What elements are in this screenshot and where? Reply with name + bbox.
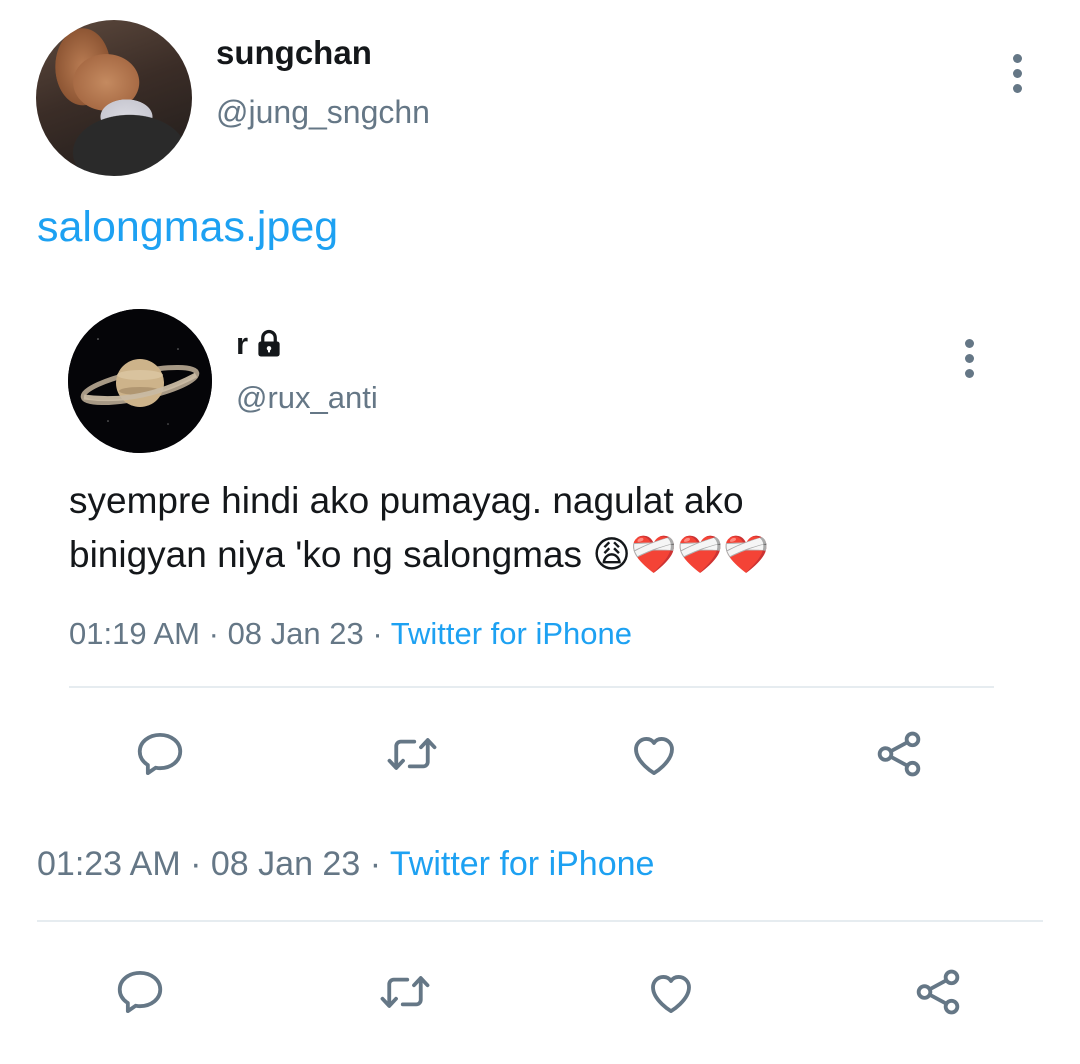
quoted-more-options-icon[interactable] [963, 339, 975, 378]
speech-bubble-icon [117, 970, 163, 1014]
tweet-meta: 01:23 AM · 08 Jan 23 · Twitter for iPhon… [37, 845, 654, 884]
retweet-icon [380, 976, 430, 1008]
reply-button[interactable] [110, 962, 170, 1022]
quoted-retweet-button[interactable] [382, 724, 442, 784]
speech-bubble-icon [137, 732, 183, 776]
retweet-button[interactable] [375, 962, 435, 1022]
quoted-author-avatar[interactable] [68, 309, 212, 453]
quoted-divider [69, 686, 994, 688]
tweet-date: 08 Jan 23 [210, 845, 361, 883]
saturn-icon [68, 309, 212, 453]
meta-separator: · [208, 616, 219, 651]
heart-icon [634, 737, 674, 776]
share-icon [916, 969, 960, 1015]
quoted-tweet-text: syempre hindi ako pumayag. nagulat ako b… [69, 474, 929, 582]
author-name[interactable]: sungchan [216, 34, 372, 72]
quoted-author-name[interactable]: r [236, 326, 248, 362]
quoted-author-handle[interactable]: @rux_anti [236, 380, 378, 416]
author-handle[interactable]: @jung_sngchn [216, 94, 430, 131]
quoted-reply-button[interactable] [130, 724, 190, 784]
lock-icon [258, 329, 280, 357]
meta-separator: · [369, 845, 382, 883]
meta-separator: · [372, 616, 383, 651]
share-icon [877, 731, 921, 777]
emoji-sequence: 😩❤️‍🩹❤️‍🩹❤️‍🩹 [592, 534, 770, 575]
share-button[interactable] [908, 962, 968, 1022]
quoted-text-line-2: binigyan niya 'ko ng salongmas [69, 534, 583, 575]
quoted-share-button[interactable] [869, 724, 929, 784]
quoted-time: 01:19 AM [69, 616, 200, 651]
quoted-text-line-1: syempre hindi ako pumayag. nagulat ako [69, 480, 744, 521]
more-options-icon[interactable] [1011, 54, 1023, 93]
retweet-icon [387, 738, 437, 770]
attachment-link[interactable]: salongmas.jpeg [37, 203, 338, 252]
meta-separator: · [190, 845, 202, 883]
author-avatar[interactable] [36, 20, 192, 176]
tweet-time: 01:23 AM [37, 845, 181, 883]
quoted-like-button[interactable] [624, 724, 684, 784]
quoted-source-link[interactable]: Twitter for iPhone [391, 616, 632, 651]
quoted-tweet-meta: 01:19 AM · 08 Jan 23 · Twitter for iPhon… [69, 616, 632, 652]
quoted-date: 08 Jan 23 [227, 616, 364, 651]
tweet-divider [37, 920, 1043, 922]
tweet-source-link[interactable]: Twitter for iPhone [390, 845, 655, 883]
like-button[interactable] [641, 962, 701, 1022]
heart-icon [651, 975, 691, 1014]
